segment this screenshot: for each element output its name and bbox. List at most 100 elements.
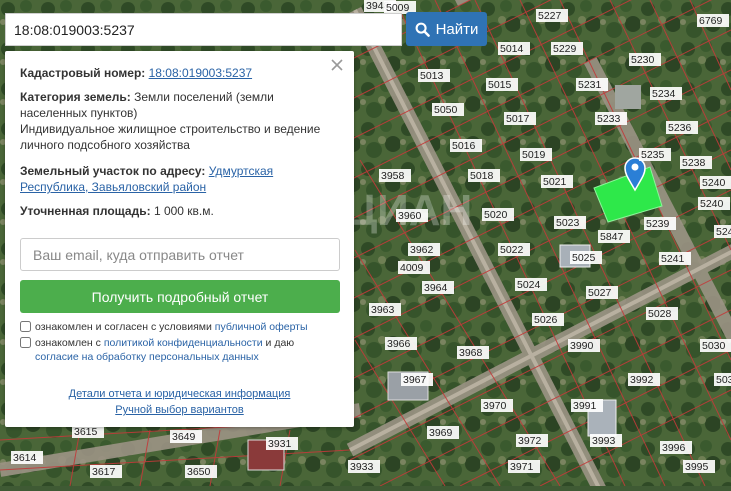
svg-text:5229: 5229: [553, 43, 577, 55]
parcel-number-label: 6769: [697, 14, 729, 27]
svg-text:5238: 5238: [682, 157, 706, 169]
svg-text:4009: 4009: [400, 262, 424, 274]
svg-text:3996: 3996: [662, 442, 686, 454]
parcel-number-label: 3966: [385, 337, 417, 350]
parcel-number-label: 3931: [266, 437, 298, 450]
search-box: [5, 13, 402, 46]
parcel-number-label: 5233: [595, 112, 627, 125]
parcel-number-label: 3969: [427, 426, 459, 439]
parcel-number-label: 5013: [418, 69, 450, 82]
parcel-number-label: 5016: [450, 139, 482, 152]
svg-text:5030: 5030: [702, 340, 726, 352]
svg-text:5847: 5847: [600, 231, 624, 243]
manual-selection-link[interactable]: Ручной выбор вариантов: [115, 404, 243, 416]
parcel-number-label: 5240: [698, 197, 730, 210]
svg-text:5241: 5241: [661, 253, 685, 265]
svg-text:5028: 5028: [648, 308, 672, 320]
cadastral-row: Кадастровый номер: 18:08:019003:5237: [20, 65, 340, 81]
parcel-number-label: 5239: [644, 217, 676, 230]
parcel-number-label: 3970: [481, 399, 513, 412]
parcel-number-label: 3995: [683, 460, 715, 473]
address-label: Земельный участок по адресу:: [20, 164, 206, 178]
parcel-number-label: 3972: [516, 434, 548, 447]
svg-text:3958: 3958: [381, 170, 405, 182]
svg-text:5019: 5019: [522, 149, 546, 161]
svg-text:5242: 5242: [716, 226, 731, 238]
svg-text:3971: 3971: [510, 461, 534, 473]
parcel-number-label: 3993: [590, 434, 622, 447]
privacy-checkbox[interactable]: [20, 337, 31, 348]
svg-text:3972: 3972: [518, 435, 542, 447]
svg-text:5013: 5013: [420, 70, 444, 82]
svg-text:5240: 5240: [700, 198, 724, 210]
search-button[interactable]: Найти: [406, 12, 487, 46]
bottom-links: Детали отчета и юридическая информация Р…: [5, 386, 354, 418]
parcel-number-label: 5032: [714, 373, 731, 386]
parcel-number-label: 3996: [660, 441, 692, 454]
parcel-number-label: 3992: [628, 373, 660, 386]
offer-checkbox[interactable]: [20, 321, 31, 332]
close-icon[interactable]: [329, 57, 345, 73]
parcel-number-label: 5231: [576, 78, 608, 91]
parcel-number-label: 5030: [700, 339, 731, 352]
parcel-number-label: 5026: [532, 313, 564, 326]
search-button-label: Найти: [435, 20, 479, 38]
svg-text:3995: 3995: [685, 461, 709, 473]
svg-text:5024: 5024: [517, 279, 541, 291]
area-value: 1 000 кв.м.: [153, 204, 214, 218]
svg-text:5236: 5236: [668, 122, 692, 134]
search-input[interactable]: [6, 14, 401, 45]
offer-consent-text: ознакомлен и согласен с условиями: [35, 321, 212, 333]
svg-text:5234: 5234: [652, 88, 676, 100]
svg-text:3963: 3963: [371, 304, 395, 316]
parcel-number-label: 3971: [508, 460, 540, 473]
parcel-number-label: 5028: [646, 307, 678, 320]
parcel-number-label: 5017: [504, 112, 536, 125]
svg-text:6769: 6769: [699, 15, 723, 27]
svg-text:5032: 5032: [716, 374, 731, 386]
privacy-consent-text: ознакомлен с: [35, 337, 101, 349]
svg-text:3964: 3964: [424, 282, 448, 294]
parcel-number-label: 3933: [348, 460, 380, 473]
svg-text:5235: 5235: [641, 149, 665, 161]
get-report-button[interactable]: Получить подробный отчет: [20, 280, 340, 313]
svg-text:3991: 3991: [573, 400, 597, 412]
svg-text:3931: 3931: [268, 438, 292, 450]
report-details-link[interactable]: Детали отчета и юридическая информация: [69, 388, 291, 400]
parcel-number-label: 5019: [520, 148, 552, 161]
address-row: Земельный участок по адресу: Удмуртская …: [20, 163, 340, 195]
parcel-number-label: 5020: [482, 208, 514, 221]
parcel-number-label: 3649: [170, 430, 202, 443]
parcel-number-label: 5241: [659, 252, 691, 265]
privacy-consent: ознакомлен с политикой конфиденциальност…: [20, 336, 340, 364]
svg-text:3993: 3993: [592, 435, 616, 447]
privacy-policy-link[interactable]: политикой конфиденциальности: [104, 337, 263, 349]
parcel-number-label: 3650: [185, 465, 217, 478]
category-row: Категория земель: Земли поселений (земли…: [20, 89, 340, 153]
svg-text:3990: 3990: [570, 340, 594, 352]
privacy-consent-text-2: и даю: [265, 337, 295, 349]
personal-data-consent-link[interactable]: согласие на обработку персональных данны…: [35, 351, 259, 363]
public-offer-link[interactable]: публичной оферты: [215, 321, 308, 333]
svg-text:3967: 3967: [403, 374, 427, 386]
parcel-number-label: 3990: [568, 339, 600, 352]
parcel-number-label: 5240: [700, 176, 731, 189]
parcel-number-label: 5847: [598, 230, 630, 243]
search-icon: [415, 22, 430, 37]
parcel-number-label: 3991: [571, 399, 603, 412]
email-field[interactable]: [20, 238, 340, 271]
parcel-number-label: 3967: [401, 373, 433, 386]
parcel-number-label: 3963: [369, 303, 401, 316]
svg-text:3969: 3969: [429, 427, 453, 439]
category-label: Категория земель:: [20, 90, 131, 104]
parcel-number-label: 3962: [408, 243, 440, 256]
svg-text:5233: 5233: [597, 113, 621, 125]
parcel-number-label: 3964: [422, 281, 454, 294]
svg-text:5240: 5240: [702, 177, 726, 189]
svg-text:5022: 5022: [500, 244, 524, 256]
svg-text:3962: 3962: [410, 244, 434, 256]
parcel-number-label: 5022: [498, 243, 530, 256]
cadastral-number-link[interactable]: 18:08:019003:5237: [149, 66, 252, 80]
svg-text:5026: 5026: [534, 314, 558, 326]
parcel-number-label: 5230: [629, 53, 661, 66]
